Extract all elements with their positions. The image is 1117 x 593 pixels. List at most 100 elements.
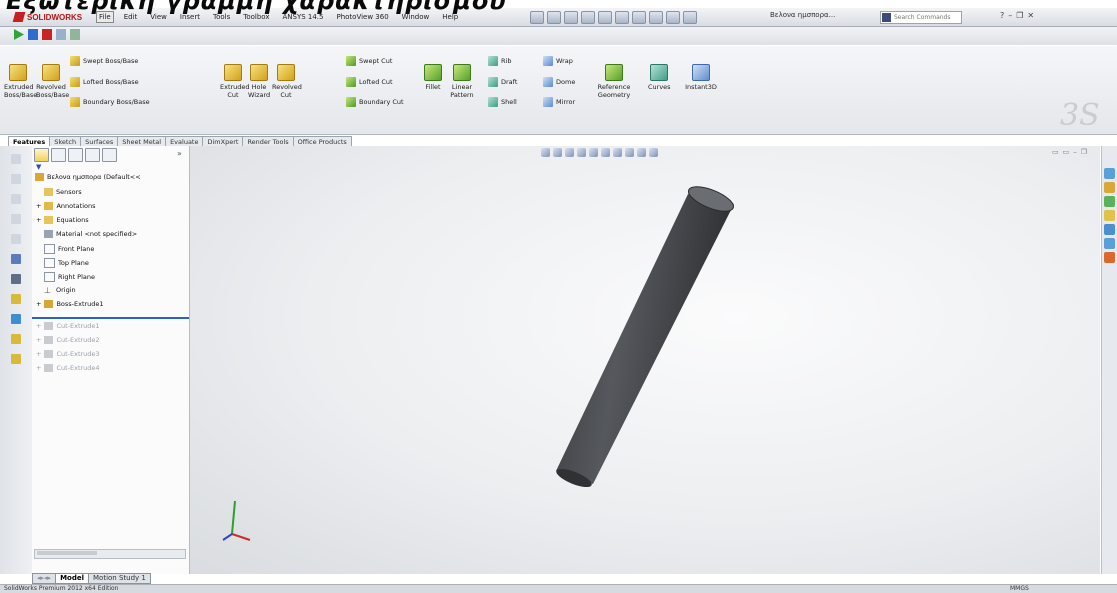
display-manager-tab-icon[interactable] [102,148,117,162]
units-selector[interactable]: MMGS [1010,585,1029,592]
strip-tool-2-icon[interactable] [11,174,21,184]
fillet-button[interactable]: Fillet [424,64,442,91]
draft-button[interactable]: Draft [488,77,517,87]
lofted-cut-button[interactable]: Lofted Cut [346,77,393,87]
tree-item-right-plane[interactable]: Right Plane [44,272,95,282]
custom-properties-icon[interactable] [1104,238,1115,249]
help-icon[interactable]: ? [1000,11,1004,20]
hole-wizard-button[interactable]: Hole Wizard [248,64,270,99]
minimize-icon[interactable]: – [1008,11,1012,20]
options-icon[interactable] [683,11,697,24]
extruded-boss-button[interactable]: Extruded Boss/Base [4,64,37,99]
appearances-icon[interactable] [1104,224,1115,235]
file-explorer-icon[interactable] [1104,196,1115,207]
tab-model[interactable]: Model [55,573,89,584]
tree-item-origin[interactable]: ⊥ Origin [44,286,76,295]
split-icon[interactable]: ▭ [1063,148,1070,156]
tree-item-cut-extrude4[interactable]: + Cut-Extrude4 [36,364,100,372]
boundary-cut-button[interactable]: Boundary Cut [346,97,404,107]
expand-icon[interactable]: + [36,364,41,372]
triad-icon[interactable] [222,500,251,541]
extruded-cut-button[interactable]: Extruded Cut [220,64,250,99]
linear-pattern-button[interactable]: Linear Pattern [448,64,476,99]
graphics-area[interactable] [190,146,1100,574]
record-icon[interactable] [28,29,38,40]
tree-item-sensors[interactable]: Sensors [44,188,82,196]
tree-item-material[interactable]: Material <not specified> [44,230,137,238]
edit-appearance-icon[interactable] [625,148,634,157]
restore-icon[interactable]: ❐ [1016,11,1023,20]
view-settings-icon[interactable] [649,148,658,157]
mirror-button[interactable]: Mirror [543,97,575,107]
boundary-boss-button[interactable]: Boundary Boss/Base [70,97,150,107]
strip-tool-6-icon[interactable] [11,254,21,264]
strip-tool-9-icon[interactable] [11,314,21,324]
dome-button[interactable]: Dome [543,77,575,87]
rebuild-icon[interactable] [649,11,663,24]
wrap-button[interactable]: Wrap [543,56,573,66]
view-palette-icon[interactable] [1104,210,1115,221]
strip-tool-11-icon[interactable] [11,354,21,364]
shell-button[interactable]: Shell [488,97,517,107]
expand-icon[interactable]: + [36,350,41,358]
configurationmanager-tab-icon[interactable] [68,148,83,162]
strip-tool-4-icon[interactable] [11,214,21,224]
tree-item-annotations[interactable]: + Annotations [36,202,96,210]
tab-motion-study[interactable]: Motion Study 1 [88,573,151,584]
panel-arrow-icon[interactable]: » [177,149,182,158]
tile-icon[interactable]: ▭ [1052,148,1059,156]
zoom-to-fit-icon[interactable] [541,148,550,157]
rib-button[interactable]: Rib [488,56,511,66]
revolved-cut-button[interactable]: Revolved Cut [272,64,302,99]
zoom-to-area-icon[interactable] [553,148,562,157]
macro-new-icon[interactable] [70,29,80,40]
macro-edit-icon[interactable] [56,29,66,40]
print-icon[interactable] [598,11,612,24]
expand-icon[interactable]: + [36,216,41,224]
tree-item-cut-extrude1[interactable]: + Cut-Extrude1 [36,322,100,330]
view-orientation-icon[interactable] [589,148,598,157]
filter-icon[interactable]: ▼ [36,163,46,171]
curves-button[interactable]: Curves [648,64,671,91]
expand-icon[interactable]: + [36,300,41,308]
swept-cut-button[interactable]: Swept Cut [346,56,392,66]
undo-icon[interactable] [615,11,629,24]
reference-geometry-button[interactable]: Reference Geometry [596,64,632,99]
lofted-boss-button[interactable]: Lofted Boss/Base [70,77,139,87]
select-icon[interactable] [632,11,646,24]
search-commands-input[interactable] [894,14,954,21]
tree-root-part[interactable]: Βελονα ημσπορα (Default<< [35,173,141,181]
doc-minimize-icon[interactable]: – [1073,148,1077,156]
propertymanager-tab-icon[interactable] [51,148,66,162]
forum-icon[interactable] [1104,252,1115,263]
strip-tool-3-icon[interactable] [11,194,21,204]
file-properties-icon[interactable] [666,11,680,24]
close-icon[interactable]: ✕ [1027,11,1034,20]
section-view-icon[interactable] [577,148,586,157]
revolved-boss-button[interactable]: Revolved Boss/Base [36,64,69,99]
swept-boss-button[interactable]: Swept Boss/Base [70,56,138,66]
featuremanager-tab-icon[interactable] [34,148,49,162]
dimxpert-tab-icon[interactable] [85,148,100,162]
solidworks-resources-icon[interactable] [1104,168,1115,179]
rollback-bar[interactable] [32,317,189,319]
strip-tool-10-icon[interactable] [11,334,21,344]
tree-item-top-plane[interactable]: Top Plane [44,258,89,268]
open-icon[interactable] [564,11,578,24]
instant3d-button[interactable]: Instant3D [684,64,718,91]
hide-show-items-icon[interactable] [613,148,622,157]
tab-scroll-left[interactable]: ◂▸◂▸ [32,573,57,584]
display-style-icon[interactable] [601,148,610,157]
strip-tool-1-icon[interactable] [11,154,21,164]
strip-tool-7-icon[interactable] [11,274,21,284]
tree-item-front-plane[interactable]: Front Plane [44,244,94,254]
doc-restore-icon[interactable]: ❐ [1081,148,1087,156]
panel-horizontal-scrollbar[interactable] [34,549,186,559]
tree-item-equations[interactable]: + Equations [36,216,89,224]
stop-icon[interactable] [42,29,52,40]
save-icon[interactable] [581,11,595,24]
tree-item-cut-extrude2[interactable]: + Cut-Extrude2 [36,336,100,344]
expand-icon[interactable]: + [36,202,41,210]
strip-tool-8-icon[interactable] [11,294,21,304]
expand-icon[interactable]: + [36,336,41,344]
